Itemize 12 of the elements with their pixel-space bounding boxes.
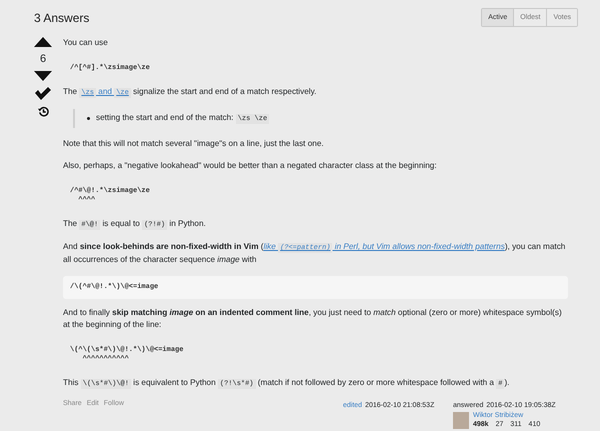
- answer-paragraph: And to finally skip matching image on an indented comment line, you just need to match optional (zero or more) whitespace symbol(s) at the beginning of the line:: [63, 307, 563, 331]
- checkmark-icon[interactable]: [35, 87, 51, 100]
- avatar-placeholder: [453, 412, 469, 429]
- downvote-icon[interactable]: [34, 71, 52, 81]
- answer-paragraph: You can use: [63, 37, 109, 49]
- answers-heading: 3 Answers: [34, 10, 90, 24]
- answer-paragraph: Also, perhaps, a "negative lookahead" would be better than a negated character class at the beginning:: [63, 160, 438, 172]
- bullet-icon: [87, 117, 90, 120]
- upvote-icon[interactable]: [34, 37, 52, 47]
- answer-paragraph: Note that this will not match several "image"s on a line, just the last one.: [63, 138, 325, 150]
- vote-count: 6: [40, 53, 46, 65]
- history-icon[interactable]: [38, 106, 48, 117]
